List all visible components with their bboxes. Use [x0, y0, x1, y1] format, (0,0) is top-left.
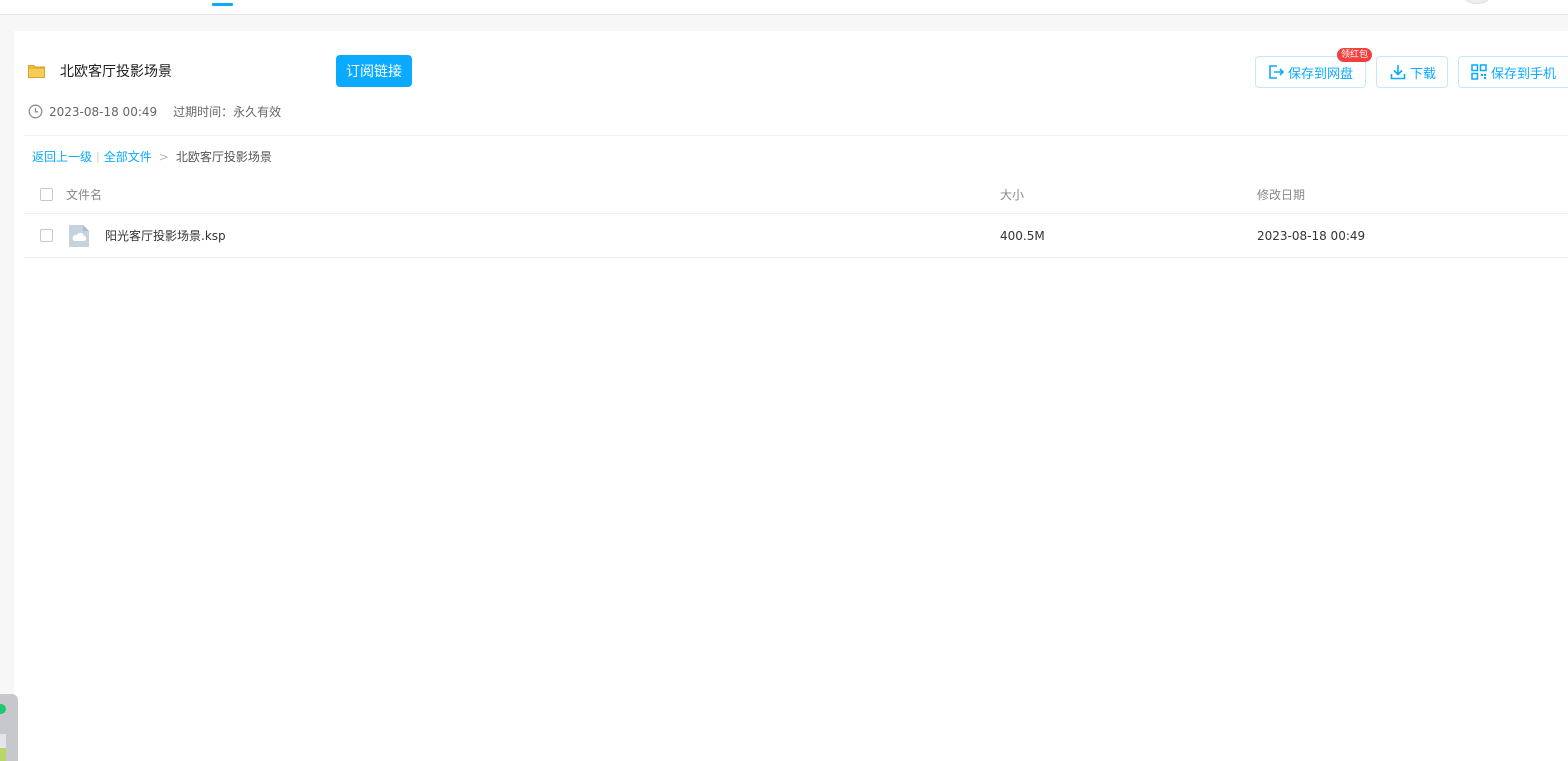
save-to-disk-label: 保存到网盘 — [1288, 66, 1354, 82]
file-table: 文件名 大小 修改日期 阳光客厅投影场景.ksp 400.5M 2023-08-… — [24, 176, 1568, 258]
breadcrumb-separator: > — [158, 149, 169, 164]
column-header-size: 大小 — [1000, 188, 1025, 202]
download-icon — [1389, 63, 1407, 81]
download-label: 下载 — [1410, 66, 1437, 82]
breadcrumb-bar-separator: | — [96, 150, 100, 163]
header-name-cell: 文件名 — [24, 186, 102, 203]
folder-icon — [28, 64, 45, 78]
table-row[interactable]: 阳光客厅投影场景.ksp 400.5M 2023-08-18 00:49 — [24, 214, 1568, 258]
top-nav-bar — [0, 0, 1568, 15]
online-status-dot — [0, 704, 6, 714]
row-name-cell: 阳光客厅投影场景.ksp — [24, 224, 226, 248]
download-button[interactable]: 下载 — [1376, 56, 1448, 88]
cloud-file-icon — [68, 224, 90, 248]
file-name[interactable]: 阳光客厅投影场景.ksp — [105, 227, 226, 244]
breadcrumb: 返回上一级 | 全部文件 > 北欧客厅投影场景 — [32, 148, 272, 165]
folder-meta: 2023-08-18 00:49 过期时间：永久有效 — [28, 103, 281, 120]
action-toolbar: 保存到网盘 领红包 下载 保存到手机 — [1245, 48, 1568, 88]
share-panel: 北欧客厅投影场景 订阅链接 2023-08-18 00:49 过期时间：永久有效… — [14, 31, 1568, 761]
active-tab-indicator — [212, 3, 233, 6]
expire-time: 过期时间：永久有效 — [173, 105, 282, 119]
save-to-disk-button[interactable]: 保存到网盘 领红包 — [1255, 48, 1372, 88]
breadcrumb-all-files-link[interactable]: 全部文件 — [104, 148, 152, 165]
select-all-checkbox[interactable] — [40, 188, 53, 201]
side-widget-strip-green — [0, 748, 6, 761]
column-header-date: 修改日期 — [1257, 188, 1306, 202]
table-header: 文件名 大小 修改日期 — [24, 176, 1568, 214]
floating-side-widget[interactable] — [0, 694, 18, 761]
file-date: 2023-08-18 00:49 — [1257, 228, 1366, 243]
breadcrumb-current: 北欧客厅投影场景 — [175, 150, 272, 164]
save-to-phone-label: 保存到手机 — [1491, 66, 1557, 82]
qr-code-icon — [1470, 63, 1488, 81]
red-packet-badge: 领红包 — [1336, 48, 1372, 62]
user-avatar[interactable] — [1463, 0, 1491, 4]
clock-icon — [28, 104, 43, 119]
save-export-icon — [1267, 63, 1285, 81]
breadcrumb-back-link[interactable]: 返回上一级 — [32, 148, 92, 165]
created-time: 2023-08-18 00:49 — [49, 104, 158, 119]
subscribe-link-button[interactable]: 订阅链接 — [336, 55, 412, 87]
column-header-name: 文件名 — [66, 188, 103, 202]
side-widget-strip — [0, 734, 6, 748]
folder-header: 北欧客厅投影场景 订阅链接 — [28, 55, 412, 87]
row-checkbox[interactable] — [40, 229, 53, 242]
folder-title: 北欧客厅投影场景 — [60, 64, 172, 80]
header-divider — [24, 135, 1568, 136]
save-to-phone-button[interactable]: 保存到手机 — [1458, 56, 1568, 88]
file-size: 400.5M — [1000, 228, 1045, 243]
